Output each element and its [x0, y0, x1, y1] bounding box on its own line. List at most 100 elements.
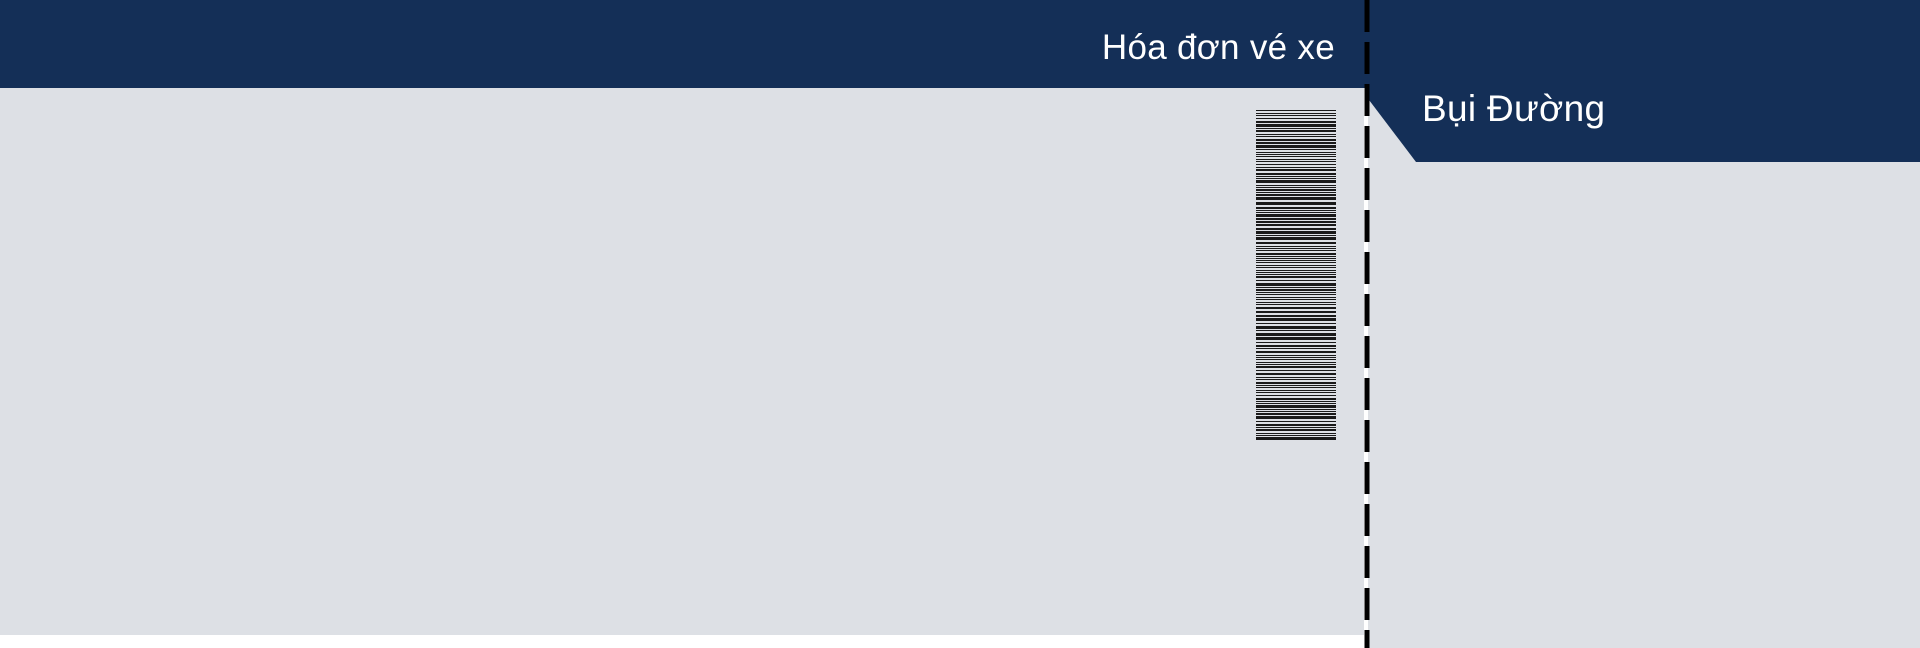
barcode-bar [1256, 197, 1336, 200]
bus-ticket: Hóa đơn vé xe Bụi Đường [0, 0, 1920, 648]
barcode-bar [1256, 382, 1336, 384]
barcode-bar [1256, 370, 1336, 371]
barcode-bar [1256, 437, 1336, 440]
barcode-bar [1256, 299, 1336, 300]
barcode-bar [1256, 185, 1336, 186]
barcode-bar [1256, 385, 1336, 386]
barcode-bar [1256, 145, 1336, 148]
barcode-bar [1256, 164, 1336, 165]
barcode-bar [1256, 218, 1336, 220]
barcode-bar [1256, 194, 1336, 196]
barcode-bar [1256, 169, 1336, 171]
barcode-bar [1256, 315, 1336, 317]
barcode-bar [1256, 142, 1336, 144]
barcode-bar [1256, 267, 1336, 268]
barcode-bar [1256, 401, 1336, 402]
barcode-bar [1256, 270, 1336, 271]
barcode-bar [1256, 176, 1336, 177]
barcode-bar [1256, 362, 1336, 363]
barcode-bar [1256, 237, 1336, 240]
barcode-bar [1256, 258, 1336, 259]
barcode-bar [1256, 248, 1336, 249]
barcode-bar [1256, 392, 1336, 393]
barcode-bar [1256, 121, 1336, 123]
barcode-bar [1256, 405, 1336, 408]
barcode-bar [1256, 214, 1336, 217]
barcode-bar [1256, 149, 1336, 150]
barcode-bar [1256, 424, 1336, 426]
barcode-bar [1256, 118, 1336, 119]
barcode-bar [1256, 272, 1336, 273]
barcode-bar [1256, 250, 1336, 251]
barcode-bar [1256, 280, 1336, 281]
barcode-bar [1256, 297, 1336, 298]
barcode-bar [1256, 202, 1336, 205]
barcode-bar [1256, 337, 1336, 340]
barcode-bar [1256, 152, 1336, 153]
ticket-main-panel [0, 0, 1364, 635]
barcode-bar [1256, 342, 1336, 343]
barcode-bar [1256, 429, 1336, 431]
barcode-bar [1256, 390, 1336, 391]
barcode-bar [1256, 395, 1336, 396]
barcode-bar [1256, 159, 1336, 160]
barcode-bar [1256, 189, 1336, 191]
barcode-bar [1256, 276, 1336, 278]
passenger-name: Bụi Đường [1422, 88, 1606, 129]
barcode-bar [1256, 113, 1336, 114]
barcode-bar [1256, 289, 1336, 291]
barcode-bar [1256, 139, 1336, 141]
barcode-bar [1256, 178, 1336, 179]
barcode-bar [1256, 130, 1336, 132]
barcode-bar [1256, 262, 1336, 263]
barcode-bar [1256, 427, 1336, 428]
barcode-bar [1256, 302, 1336, 303]
barcode-bar [1256, 167, 1336, 168]
barcode-bar [1256, 156, 1336, 157]
barcode-bar [1256, 304, 1336, 305]
barcode-bar [1256, 377, 1336, 378]
barcode-bar [1256, 409, 1336, 410]
barcode-bar [1256, 435, 1336, 436]
barcode-bar [1256, 260, 1336, 261]
perforation-line [1364, 0, 1370, 648]
barcode-bar [1256, 124, 1336, 127]
barcode-bar [1256, 253, 1336, 255]
barcode-bar [1256, 307, 1336, 309]
barcode-bar [1256, 413, 1336, 415]
barcode-bar [1256, 228, 1336, 230]
barcode-bar [1256, 192, 1336, 193]
barcode-bar [1256, 433, 1336, 434]
barcode-bar [1256, 323, 1336, 324]
barcode-bar [1256, 161, 1336, 162]
barcode-bar [1256, 110, 1336, 111]
barcode-bar [1256, 242, 1336, 244]
barcode-bar [1256, 256, 1336, 257]
barcode-bar [1256, 187, 1336, 188]
barcode-bar [1256, 366, 1336, 368]
barcode-bar [1256, 355, 1336, 356]
barcode-bar [1256, 115, 1336, 116]
barcode-bar [1256, 416, 1336, 419]
barcode-bar [1256, 333, 1336, 336]
barcode-icon [1256, 110, 1336, 440]
barcode-bar [1256, 364, 1336, 365]
barcode-bar [1256, 318, 1336, 321]
barcode-bar [1256, 128, 1336, 129]
barcode-bar [1256, 379, 1336, 380]
barcode-bar [1256, 207, 1336, 209]
barcode-bar [1256, 235, 1336, 236]
barcode-bar [1256, 246, 1336, 247]
barcode-bar [1256, 403, 1336, 404]
barcode-bar [1256, 345, 1336, 347]
barcode-bar [1256, 387, 1336, 388]
barcode-bar [1256, 330, 1336, 331]
barcode-bar [1256, 357, 1336, 358]
barcode-bar [1256, 274, 1336, 275]
barcode-bar [1256, 212, 1336, 213]
barcode-bar [1256, 224, 1336, 226]
barcode-bar [1256, 359, 1336, 360]
barcode-bar [1256, 154, 1336, 155]
barcode-bar [1256, 265, 1336, 266]
barcode-bar [1256, 210, 1336, 211]
